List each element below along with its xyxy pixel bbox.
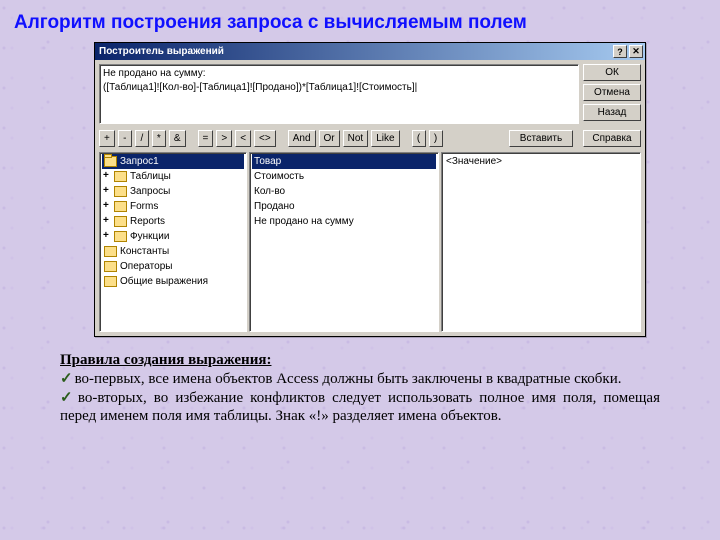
op-mul[interactable]: * xyxy=(152,130,166,147)
op-gt[interactable]: > xyxy=(216,130,232,147)
tree-item-forms[interactable]: Forms xyxy=(102,199,244,214)
folder-icon xyxy=(114,231,127,242)
op-div[interactable]: / xyxy=(135,130,149,147)
object-tree[interactable]: Запрос1 Таблицы Запросы Forms xyxy=(99,152,247,332)
value-list[interactable]: <Значение> xyxy=(441,152,641,332)
check-icon: ✓ xyxy=(60,390,76,406)
op-lt[interactable]: < xyxy=(235,130,251,147)
field-list[interactable]: Товар Стоимость Кол-во Продано Не продан… xyxy=(249,152,439,332)
expression-builder-window: Построитель выражений ? ✕ Не продано на … xyxy=(94,42,646,337)
folder-icon xyxy=(114,171,127,182)
folder-icon xyxy=(104,246,117,257)
folder-icon xyxy=(114,186,127,197)
tree-item-reports[interactable]: Reports xyxy=(102,214,244,229)
rules-item-2: во-вторых, во избежание конфликтов следу… xyxy=(60,390,660,425)
field-item[interactable]: Не продано на сумму xyxy=(252,214,436,229)
window-title: Построитель выражений xyxy=(99,46,224,57)
expand-icon[interactable] xyxy=(104,187,113,196)
op-or[interactable]: Or xyxy=(319,130,340,147)
expand-icon[interactable] xyxy=(104,232,113,241)
tree-item-constants[interactable]: Константы xyxy=(102,244,244,259)
ok-button[interactable]: ОК xyxy=(583,64,641,81)
operator-toolbar: + - / * & = > < <> And Or Not Like ( ) В… xyxy=(99,128,641,148)
tree-item-common-exprs[interactable]: Общие выражения xyxy=(102,274,244,289)
tree-item-functions[interactable]: Функции xyxy=(102,229,244,244)
op-rparen[interactable]: ) xyxy=(429,130,443,147)
page-title: Алгоритм построения запроса с вычисляемы… xyxy=(14,12,706,34)
expr-line-2: ([Таблица1]![Кол-во]-[Таблица1]![Продано… xyxy=(103,81,575,95)
rules-text: Правила создания выражения: ✓во-первых, … xyxy=(60,351,660,426)
value-placeholder[interactable]: <Значение> xyxy=(444,154,638,169)
folder-icon xyxy=(104,261,117,272)
help-icon[interactable]: ? xyxy=(613,45,627,58)
field-item[interactable]: Продано xyxy=(252,199,436,214)
tree-item-query1[interactable]: Запрос1 xyxy=(102,154,244,169)
close-icon[interactable]: ✕ xyxy=(629,45,643,58)
tree-item-tables[interactable]: Таблицы xyxy=(102,169,244,184)
op-eq[interactable]: = xyxy=(198,130,214,147)
rules-heading: Правила создания выражения: xyxy=(60,352,271,368)
check-icon: ✓ xyxy=(60,371,73,387)
op-lparen[interactable]: ( xyxy=(412,130,426,147)
op-like[interactable]: Like xyxy=(371,130,399,147)
folder-icon xyxy=(104,276,117,287)
field-item[interactable]: Кол-во xyxy=(252,184,436,199)
op-plus[interactable]: + xyxy=(99,130,115,147)
folder-open-icon xyxy=(104,156,117,167)
titlebar: Построитель выражений ? ✕ xyxy=(95,43,645,60)
folder-icon xyxy=(114,216,127,227)
expression-editor[interactable]: Не продано на сумму: ([Таблица1]![Кол-во… xyxy=(99,64,579,124)
field-item[interactable]: Товар xyxy=(252,154,436,169)
expand-icon[interactable] xyxy=(104,202,113,211)
tree-item-operators[interactable]: Операторы xyxy=(102,259,244,274)
cancel-button[interactable]: Отмена xyxy=(583,84,641,101)
expand-icon[interactable] xyxy=(104,217,113,226)
rules-item-1: во-первых, все имена объектов Access дол… xyxy=(75,371,622,387)
op-and[interactable]: And xyxy=(288,130,316,147)
op-amp[interactable]: & xyxy=(169,130,186,147)
expand-icon[interactable] xyxy=(104,172,113,181)
op-not[interactable]: Not xyxy=(343,130,369,147)
op-ne[interactable]: <> xyxy=(254,130,276,147)
help-button[interactable]: Справка xyxy=(583,130,641,147)
insert-button[interactable]: Вставить xyxy=(509,130,573,147)
op-minus[interactable]: - xyxy=(118,130,132,147)
folder-icon xyxy=(114,201,127,212)
expr-line-1: Не продано на сумму: xyxy=(103,67,575,81)
undo-button[interactable]: Назад xyxy=(583,104,641,121)
field-item[interactable]: Стоимость xyxy=(252,169,436,184)
tree-item-queries[interactable]: Запросы xyxy=(102,184,244,199)
